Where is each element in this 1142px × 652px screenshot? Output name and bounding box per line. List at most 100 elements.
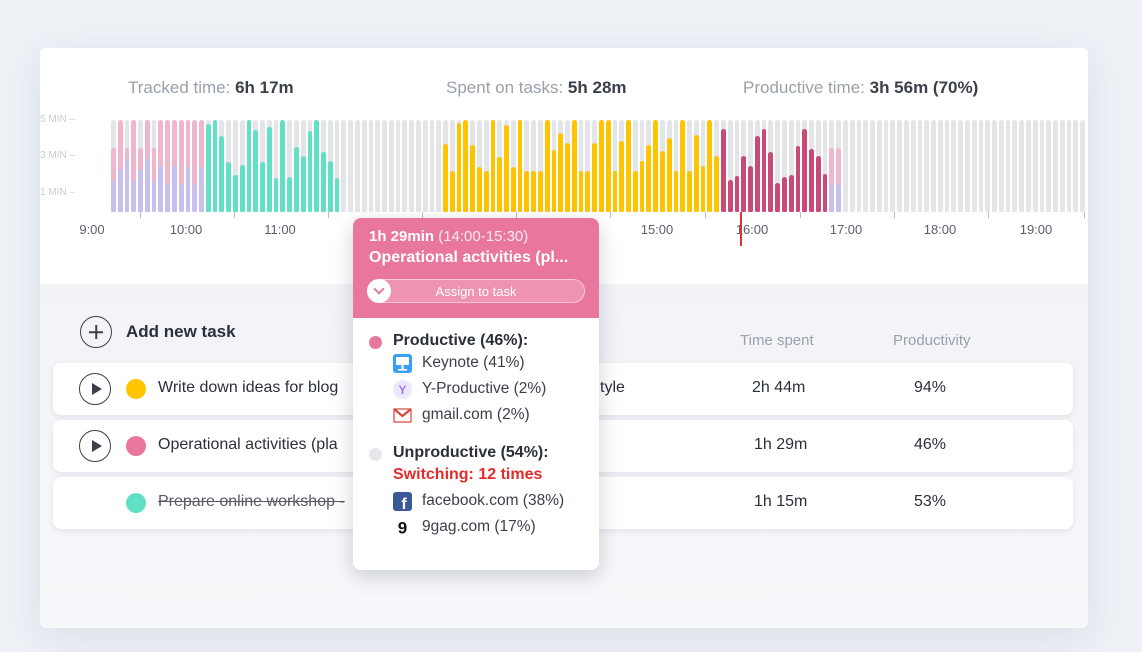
activity-bar[interactable] bbox=[497, 156, 503, 212]
activity-bar[interactable] bbox=[666, 137, 672, 212]
activity-bar[interactable] bbox=[266, 127, 272, 212]
activity-bar[interactable] bbox=[836, 184, 841, 212]
activity-bar[interactable] bbox=[693, 135, 699, 212]
activity-bar[interactable] bbox=[802, 129, 808, 212]
activity-bar[interactable] bbox=[300, 156, 306, 212]
activity-bar[interactable] bbox=[965, 120, 970, 212]
activity-bar[interactable] bbox=[1073, 120, 1079, 212]
activity-bar[interactable] bbox=[1053, 120, 1058, 212]
activity-bar[interactable] bbox=[1026, 120, 1031, 212]
activity-bar[interactable] bbox=[199, 166, 204, 212]
activity-bar[interactable] bbox=[185, 166, 191, 212]
activity-bar[interactable] bbox=[856, 120, 862, 212]
activity-bar[interactable] bbox=[348, 120, 353, 212]
activity-bar[interactable] bbox=[741, 156, 747, 212]
activity-bar[interactable] bbox=[727, 179, 733, 212]
activity-bars[interactable] bbox=[110, 120, 1086, 212]
activity-bar[interactable] bbox=[937, 120, 943, 212]
activity-bar[interactable] bbox=[646, 144, 652, 212]
activity-bar[interactable] bbox=[1019, 120, 1024, 212]
activity-bar[interactable] bbox=[843, 120, 848, 212]
activity-bar[interactable] bbox=[1005, 120, 1011, 212]
activity-bar[interactable] bbox=[754, 135, 760, 212]
activity-bar[interactable] bbox=[416, 120, 421, 212]
activity-bar[interactable] bbox=[273, 178, 279, 212]
activity-bar[interactable] bbox=[246, 120, 252, 212]
activity-bar[interactable] bbox=[253, 129, 259, 212]
activity-bar[interactable] bbox=[815, 155, 821, 212]
activity-bar[interactable] bbox=[578, 170, 584, 212]
activity-bar[interactable] bbox=[124, 157, 130, 212]
activity-bar[interactable] bbox=[775, 183, 780, 212]
activity-bar[interactable] bbox=[361, 120, 367, 212]
activity-bar[interactable] bbox=[944, 120, 950, 212]
activity-bar[interactable] bbox=[822, 173, 828, 212]
activity-bar[interactable] bbox=[565, 142, 570, 212]
activity-bar[interactable] bbox=[233, 174, 238, 212]
activity-bar[interactable] bbox=[504, 124, 509, 212]
activity-bar[interactable] bbox=[680, 120, 686, 212]
activity-bar[interactable] bbox=[897, 120, 902, 212]
activity-bar[interactable] bbox=[355, 120, 360, 212]
activity-bar[interactable] bbox=[117, 168, 123, 212]
activity-bar[interactable] bbox=[192, 184, 198, 212]
activity-bar[interactable] bbox=[375, 120, 381, 212]
activity-bar[interactable] bbox=[1012, 120, 1018, 212]
activity-bar[interactable] bbox=[395, 120, 401, 212]
activity-bar[interactable] bbox=[910, 120, 916, 212]
activity-bar[interactable] bbox=[1039, 120, 1045, 212]
activity-bar[interactable] bbox=[1066, 120, 1072, 212]
activity-bar[interactable] bbox=[592, 143, 597, 212]
activity-bar[interactable] bbox=[585, 170, 591, 212]
activity-bar[interactable] bbox=[409, 120, 414, 212]
activity-bar[interactable] bbox=[483, 170, 489, 212]
activity-bar[interactable] bbox=[782, 176, 787, 212]
activity-bar[interactable] bbox=[538, 170, 543, 212]
activity-bar[interactable] bbox=[422, 120, 428, 212]
activity-bar[interactable] bbox=[531, 170, 536, 212]
activity-bar[interactable] bbox=[307, 130, 313, 212]
activity-bar[interactable] bbox=[673, 170, 679, 212]
activity-bar[interactable] bbox=[639, 160, 645, 212]
activity-bar[interactable] bbox=[883, 120, 889, 212]
activity-bar[interactable] bbox=[144, 157, 150, 212]
activity-bar[interactable] bbox=[829, 184, 835, 212]
activity-bar[interactable] bbox=[951, 120, 957, 212]
activity-bar[interactable] bbox=[477, 166, 482, 212]
activity-bar[interactable] bbox=[632, 170, 638, 212]
activity-bar[interactable] bbox=[138, 168, 143, 212]
activity-bar[interactable] bbox=[544, 120, 550, 212]
activity-bar[interactable] bbox=[700, 165, 706, 212]
activity-bar[interactable] bbox=[1080, 120, 1085, 212]
activity-bar[interactable] bbox=[998, 120, 1004, 212]
activity-bar[interactable] bbox=[971, 120, 977, 212]
add-task-row[interactable]: Add new task bbox=[80, 316, 236, 348]
activity-bar[interactable] bbox=[470, 144, 475, 212]
play-icon[interactable] bbox=[79, 430, 111, 462]
activity-bar[interactable] bbox=[748, 165, 753, 212]
activity-bar[interactable] bbox=[1059, 120, 1065, 212]
activity-bar[interactable] bbox=[294, 147, 299, 212]
activity-bar[interactable] bbox=[870, 120, 875, 212]
activity-bar[interactable] bbox=[904, 120, 909, 212]
activity-bar[interactable] bbox=[1046, 120, 1052, 212]
activity-bar[interactable] bbox=[260, 162, 265, 212]
activity-bar[interactable] bbox=[443, 143, 448, 212]
activity-bar[interactable] bbox=[517, 120, 523, 212]
activity-bar[interactable] bbox=[151, 179, 157, 212]
activity-bar[interactable] bbox=[456, 122, 462, 212]
activity-bar[interactable] bbox=[1032, 120, 1038, 212]
assign-to-task-button[interactable]: Assign to task bbox=[367, 279, 585, 303]
activity-bar[interactable] bbox=[599, 120, 604, 212]
activity-bar[interactable] bbox=[219, 136, 225, 212]
assign-label[interactable]: Assign to task bbox=[368, 284, 584, 299]
activity-bar[interactable] bbox=[924, 120, 930, 212]
activity-bar[interactable] bbox=[490, 120, 496, 212]
activity-bar[interactable] bbox=[334, 178, 340, 212]
activity-bar[interactable] bbox=[890, 120, 896, 212]
activity-bar[interactable] bbox=[788, 174, 794, 212]
activity-bar[interactable] bbox=[721, 129, 726, 212]
activity-bar[interactable] bbox=[388, 120, 394, 212]
activity-bar[interactable] bbox=[714, 155, 719, 212]
activity-bar[interactable] bbox=[707, 120, 713, 212]
